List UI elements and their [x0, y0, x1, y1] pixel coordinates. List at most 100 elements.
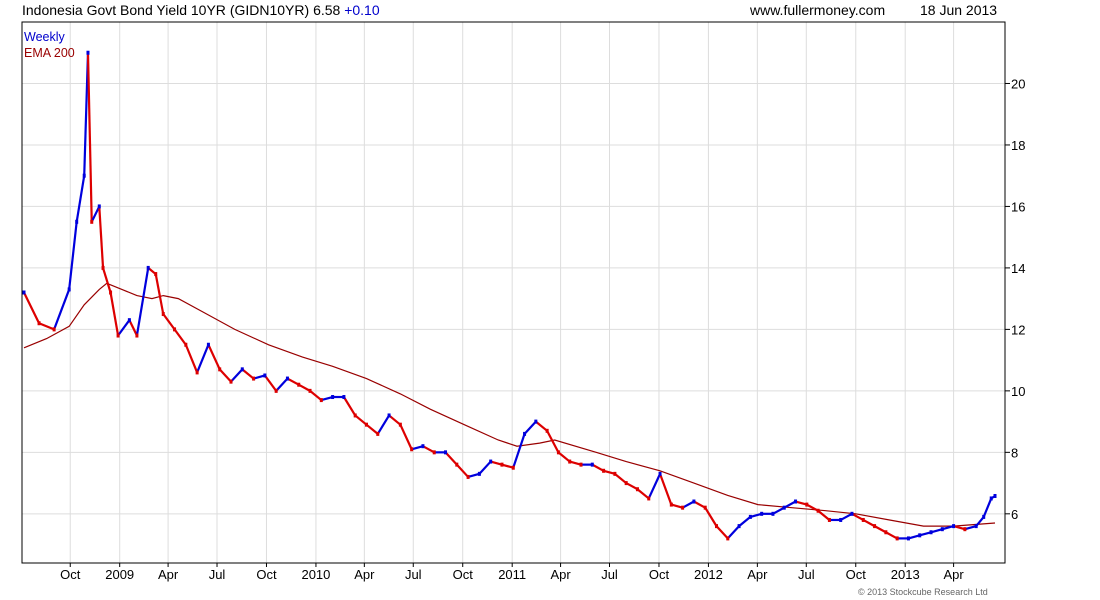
- price-point: [319, 398, 323, 403]
- x-tick-label: Jul: [405, 567, 422, 582]
- price-point: [22, 290, 26, 295]
- price-segment: [399, 424, 413, 450]
- price-segment: [647, 473, 662, 499]
- price-segment: [90, 205, 101, 223]
- price-segment: [535, 420, 548, 432]
- grid-lines: [22, 22, 1005, 563]
- price-segment: [23, 292, 41, 324]
- price-segment: [501, 463, 514, 469]
- price-point: [748, 514, 752, 519]
- price-segment: [885, 531, 898, 540]
- x-tick-label: Jul: [601, 567, 618, 582]
- price-segment: [693, 500, 706, 509]
- y-tick-label: 20: [1011, 76, 1025, 91]
- price-point: [127, 318, 131, 323]
- price-segment: [478, 460, 492, 475]
- x-axis: Oct 2009 Apr Jul Oct 2010 Apr Jul Oct 2011 Apr Jul O…: [60, 563, 964, 582]
- price-segment: [726, 525, 740, 540]
- price-point: [602, 468, 606, 473]
- price-point: [398, 422, 402, 427]
- price-point: [839, 517, 843, 522]
- price-segment: [953, 525, 966, 531]
- price-segment: [388, 414, 402, 426]
- price-segment: [241, 368, 255, 380]
- price-segment: [376, 414, 391, 435]
- price-point: [466, 474, 470, 479]
- price-point: [410, 447, 414, 452]
- x-tick-label: Apr: [747, 567, 768, 582]
- price-point: [353, 413, 357, 418]
- price-segment: [298, 383, 311, 392]
- legend: Weekly EMA 200: [24, 29, 75, 61]
- legend-weekly: Weekly: [24, 30, 65, 44]
- x-tick-label: Apr: [943, 567, 964, 582]
- price-point: [146, 265, 150, 270]
- price-point: [737, 524, 741, 529]
- price-point: [161, 312, 165, 317]
- y-tick-label: 14: [1011, 261, 1025, 276]
- price-segment: [275, 377, 289, 392]
- x-tick-label: Jul: [798, 567, 815, 582]
- price-segment: [682, 500, 695, 509]
- price-point: [681, 505, 685, 510]
- price-segment: [671, 503, 683, 509]
- y-tick-label: 6: [1011, 507, 1018, 522]
- price-point: [376, 431, 380, 436]
- price-point: [67, 287, 71, 292]
- price-point: [613, 471, 617, 476]
- price-point: [861, 517, 865, 522]
- price-point: [37, 321, 41, 326]
- price-segment: [321, 395, 333, 402]
- price-point: [477, 471, 481, 476]
- price-segment: [135, 267, 150, 336]
- price-point: [364, 422, 368, 427]
- price-segment: [467, 472, 480, 478]
- price-point: [556, 450, 560, 455]
- ema-line: [23, 282, 996, 527]
- price-point: [195, 370, 199, 375]
- price-segment: [101, 267, 112, 293]
- price-segment: [207, 344, 221, 370]
- price-point: [624, 481, 628, 486]
- price-segment: [253, 374, 266, 380]
- price-segment: [154, 273, 165, 315]
- price-point: [669, 502, 673, 507]
- price-point: [274, 388, 278, 393]
- price-segment: [218, 368, 232, 383]
- price-segment: [342, 396, 357, 417]
- price-segment: [490, 460, 503, 466]
- price-point: [658, 471, 662, 476]
- price-segment: [230, 368, 244, 383]
- price-point: [771, 511, 775, 516]
- price-series: [22, 50, 997, 541]
- price-point: [342, 395, 346, 400]
- price-point: [240, 367, 244, 372]
- x-tick-label: Oct: [256, 567, 277, 582]
- price-point: [523, 431, 527, 436]
- y-tick-label: 12: [1011, 322, 1025, 337]
- price-point: [184, 342, 188, 347]
- price-point: [816, 508, 820, 513]
- price-segment: [184, 344, 199, 373]
- price-segment: [738, 516, 752, 527]
- price-point: [989, 496, 993, 501]
- price-segment: [840, 512, 853, 521]
- price-point: [154, 272, 158, 277]
- price-point: [873, 524, 877, 529]
- price-segment: [38, 322, 55, 331]
- price-point: [285, 376, 289, 381]
- x-tick-label: 2012: [694, 567, 723, 582]
- x-tick-label: Oct: [60, 567, 81, 582]
- price-segment: [874, 525, 887, 534]
- price-point: [568, 459, 572, 464]
- price-segment: [591, 463, 605, 472]
- price-segment: [614, 473, 627, 484]
- price-point: [97, 204, 101, 209]
- price-point: [116, 333, 120, 338]
- price-segment: [75, 175, 86, 222]
- legend-ema: EMA 200: [24, 46, 75, 60]
- x-tick-label: Apr: [158, 567, 179, 582]
- price-point: [982, 514, 986, 519]
- price-point: [252, 376, 256, 381]
- price-point: [109, 290, 113, 295]
